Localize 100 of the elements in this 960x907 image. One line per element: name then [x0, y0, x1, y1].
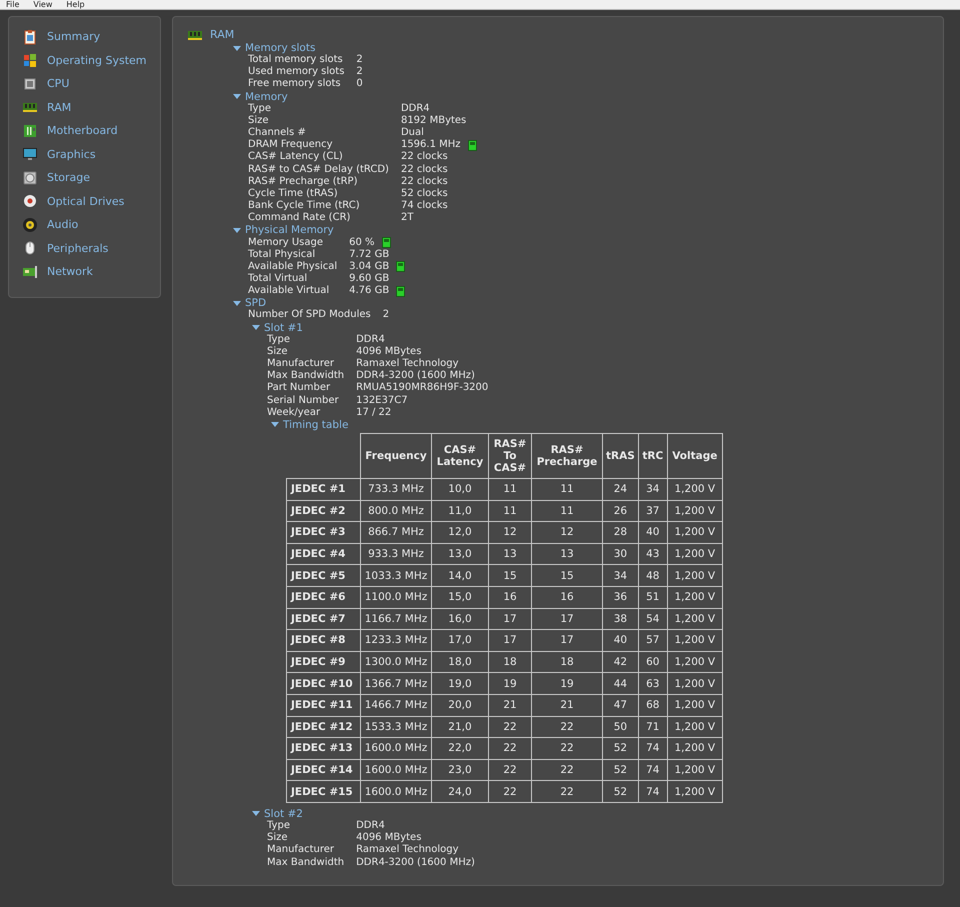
field-value: DDR4-3200 (1600 MHz): [356, 370, 475, 382]
table-cell: 42: [602, 651, 638, 673]
table-cell: 1600.0 MHz: [360, 780, 432, 802]
table-cell: 19: [488, 672, 532, 694]
sidebar-item[interactable]: Network: [22, 260, 93, 284]
table-cell: 1033.3 MHz: [360, 564, 432, 586]
tree-node-toggle[interactable]: Slot #1: [252, 322, 303, 334]
field-label: Serial Number: [267, 394, 340, 407]
hard-drive-icon: [22, 170, 38, 186]
table-cell: 51: [638, 586, 668, 608]
sidebar-item[interactable]: Storage: [22, 166, 90, 190]
field-value: DDR4: [400, 102, 430, 115]
table-cell: 1,200 V: [667, 738, 722, 760]
table-cell: 1,200 V: [667, 780, 722, 802]
field-label: Type: [267, 820, 291, 832]
sidebar-item[interactable]: CPU: [22, 72, 70, 96]
tree-node-toggle[interactable]: Timing table: [271, 418, 348, 431]
table-cell: 21: [532, 694, 602, 716]
row-header: JEDEC #12: [286, 716, 360, 738]
sidebar-item[interactable]: RAM: [22, 96, 72, 119]
field-value: 2: [356, 66, 363, 78]
field-value: RMUA5190MR86H9F-3200: [356, 382, 488, 395]
table-cell: 37: [638, 500, 668, 522]
table-cell: 52: [602, 738, 638, 760]
row-header: JEDEC #7: [286, 608, 360, 630]
sidebar-item[interactable]: Peripherals: [22, 236, 108, 260]
network-card-icon: [22, 264, 38, 280]
tree-node-toggle[interactable]: Memory: [233, 90, 288, 103]
column-header: tRC: [638, 434, 668, 478]
table-cell: 34: [602, 564, 638, 586]
row-header: JEDEC #14: [286, 759, 360, 781]
field-label: Total Virtual: [248, 272, 308, 285]
row-header: JEDEC #5: [286, 564, 360, 586]
field-label: Size: [248, 114, 270, 127]
colored-squares-icon: [22, 52, 38, 68]
sidebar-item[interactable]: Operating System: [22, 48, 147, 72]
field-label: DRAM Frequency: [248, 139, 334, 151]
table-cell: 15: [532, 564, 602, 586]
sidebar-item[interactable]: Graphics: [22, 142, 96, 166]
field-value: 2T: [400, 212, 414, 224]
field-value: 2: [382, 309, 390, 322]
tree-node-toggle[interactable]: Physical Memory: [233, 224, 334, 236]
table-cell: 1,200 V: [667, 522, 722, 544]
row-header: JEDEC #6: [286, 586, 360, 608]
table-cell: 10,0: [432, 478, 488, 500]
table-cell: 1,200 V: [667, 500, 722, 522]
row-header: JEDEC #13: [286, 738, 360, 760]
field-label: Max Bandwidth: [267, 370, 344, 382]
row-header: JEDEC #11: [286, 694, 360, 716]
field-value: DDR4: [356, 334, 385, 346]
menu-item[interactable]: File: [6, 0, 20, 9]
field-value: DDR4: [356, 820, 385, 832]
field-label: Size: [267, 346, 289, 358]
tree-node-toggle[interactable]: SPD: [233, 297, 266, 310]
table-cell: 17: [532, 608, 602, 630]
table-cell: 21: [488, 694, 532, 716]
field-value: 8192 MBytes: [400, 114, 466, 127]
caret-down-icon: [233, 46, 241, 51]
table-cell: 22: [532, 780, 602, 802]
table-cell: 12: [532, 522, 602, 544]
table-cell: 21,0: [432, 716, 488, 738]
table-cell: 54: [638, 608, 668, 630]
field-value: 7.72 GB: [349, 248, 390, 261]
disc-icon: [22, 193, 38, 210]
sidebar-item[interactable]: Motherboard: [22, 119, 118, 142]
field-label: Total Physical: [248, 248, 316, 261]
sidebar-item[interactable]: Audio: [22, 213, 78, 236]
monitor-icon: [22, 146, 38, 162]
table-cell: 43: [638, 543, 668, 565]
tree-node-toggle[interactable]: Memory slots: [233, 42, 316, 54]
field-label: Type: [267, 334, 291, 346]
field-value: 60 %: [349, 236, 375, 249]
table-cell: 17: [488, 608, 532, 630]
field-label: Size: [267, 832, 289, 844]
field-label: Type: [248, 102, 272, 115]
field-value: 132E37C7: [356, 394, 408, 407]
table-cell: 13: [488, 543, 532, 565]
table-cell: 11,0: [432, 500, 488, 522]
row-header: JEDEC #10: [286, 672, 360, 694]
menu-item[interactable]: Help: [66, 0, 85, 9]
table-cell: 17: [532, 630, 602, 652]
sidebar-item[interactable]: Summary: [22, 25, 100, 48]
table-cell: 16,0: [432, 608, 488, 630]
field-value: 9.60 GB: [349, 272, 390, 286]
field-label: Memory Usage: [248, 236, 324, 249]
table-cell: 1,200 V: [667, 694, 722, 716]
column-header: Voltage: [667, 434, 722, 478]
field-label: Number Of SPD Modules: [248, 309, 371, 322]
circuit-board-icon: [22, 122, 38, 139]
table-cell: 20,0: [432, 694, 488, 716]
table-cell: 14,0: [432, 564, 488, 586]
tree-node-toggle[interactable]: Slot #2: [252, 808, 303, 820]
table-cell: 1,200 V: [667, 716, 722, 738]
field-value: 74 clocks: [400, 200, 448, 212]
table-cell: 1600.0 MHz: [360, 759, 432, 781]
table-cell: 12,0: [432, 522, 488, 544]
row-header: JEDEC #15: [286, 780, 360, 802]
menu-item[interactable]: View: [33, 0, 52, 9]
field-label: Max Bandwidth: [267, 856, 344, 869]
sidebar-item[interactable]: Optical Drives: [22, 190, 124, 213]
